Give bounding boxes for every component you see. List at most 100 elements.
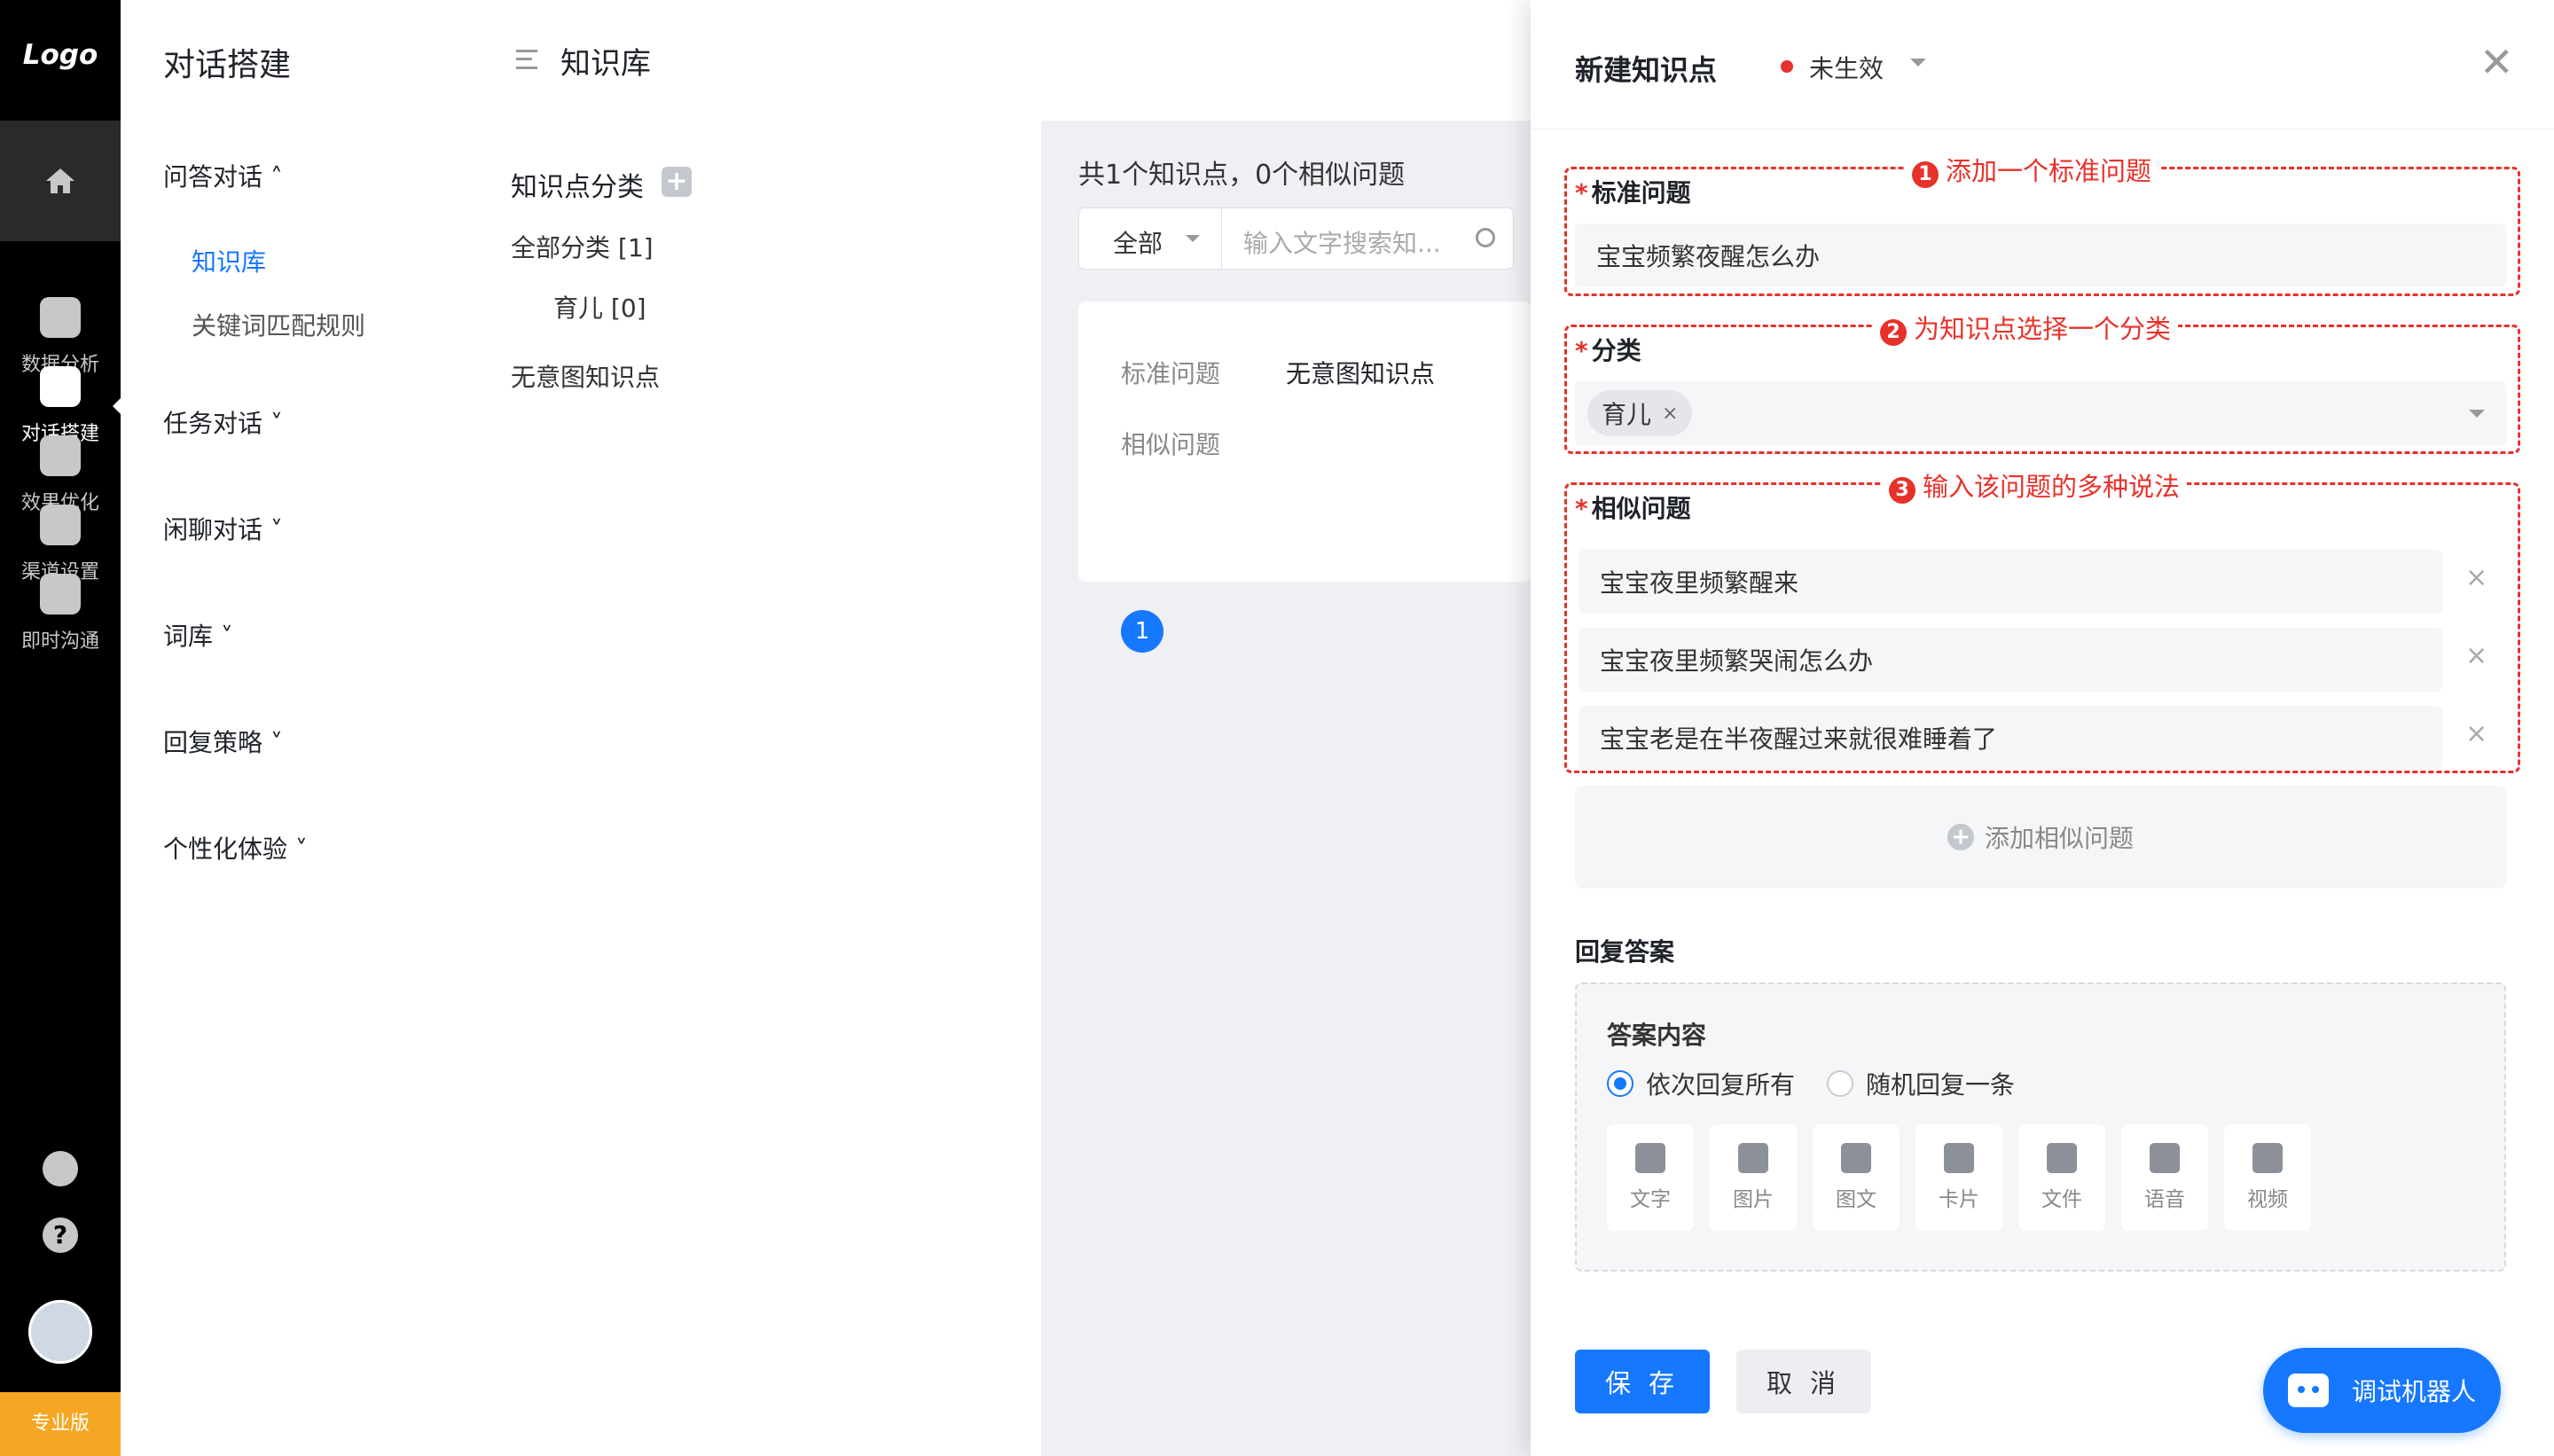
robot-icon xyxy=(2288,1374,2329,1407)
article-icon xyxy=(1841,1143,1871,1173)
secondary-nav: 对话搭建 问答对话 ˄ 知识库 关键词匹配规则 任务对话 ˅ 闲聊对话 ˅ 词库… xyxy=(121,0,475,1456)
channel-icon xyxy=(40,505,81,545)
cube-icon xyxy=(40,435,81,476)
image-icon xyxy=(1738,1143,1768,1173)
nav-group-chitchat[interactable]: 闲聊对话 ˅ xyxy=(163,511,283,546)
menu-icon[interactable] xyxy=(516,50,537,69)
tool-image[interactable]: 图片 xyxy=(1710,1124,1797,1231)
page-button[interactable]: 1 xyxy=(1121,610,1163,653)
search-icon[interactable] xyxy=(1476,228,1495,247)
list-summary: 共1个知识点，0个相似问题 xyxy=(1078,160,1406,191)
nav-group-reply-strategy[interactable]: 回复策略 ˅ xyxy=(163,724,283,759)
annotation-number: 1 xyxy=(1912,161,1939,188)
page-title: 知识库 xyxy=(560,46,651,82)
annotation-label-2: 2 为知识点选择一个分类 xyxy=(1873,309,2179,346)
tool-file[interactable]: 文件 xyxy=(2018,1124,2105,1231)
tool-voice[interactable]: 语音 xyxy=(2121,1124,2208,1231)
nav-item-knowledge-base[interactable]: 知识库 xyxy=(192,243,266,278)
category-all[interactable]: 全部分类 [1] xyxy=(511,229,654,264)
tool-label: 视频 xyxy=(2247,1188,2288,1211)
save-button[interactable]: 保 存 xyxy=(1575,1350,1710,1413)
radio-label: 依次回复所有 xyxy=(1646,1070,1796,1100)
status-dot xyxy=(1781,60,1793,73)
rail-item-im[interactable]: 即时沟通 xyxy=(0,560,121,667)
standard-question-label: 标准问题 xyxy=(1575,174,1691,209)
search-input[interactable]: 输入文字搜索知... xyxy=(1221,207,1514,270)
tag-remove-icon[interactable]: × xyxy=(1662,403,1678,425)
debug-robot-label: 调试机器人 xyxy=(2352,1377,2477,1406)
drawer-title: 新建知识点 xyxy=(1575,53,1718,87)
avatar[interactable] xyxy=(28,1300,92,1364)
category-label: 分类 xyxy=(1575,332,1641,367)
remove-icon[interactable]: × xyxy=(2465,718,2487,749)
knowledge-card[interactable]: 标准问题 无意图知识点 相似问题 xyxy=(1078,301,1531,582)
annotation-text: 输入该问题的多种说法 xyxy=(1923,472,2181,502)
tool-text[interactable]: 文字 xyxy=(1607,1124,1694,1231)
bar-chart-icon xyxy=(40,297,81,338)
chat-icon xyxy=(40,574,81,614)
close-icon[interactable]: ✕ xyxy=(2480,41,2514,83)
add-similar-question-button[interactable]: + 添加相似问题 xyxy=(1575,786,2506,888)
gear-icon[interactable] xyxy=(43,1151,78,1186)
nav-group-task[interactable]: 任务对话 ˅ xyxy=(163,404,283,440)
drawer-header: 新建知识点 未生效 ✕ xyxy=(1531,0,2554,129)
rail-item-label: 即时沟通 xyxy=(20,630,99,653)
annotation-text: 为知识点选择一个分类 xyxy=(1914,314,2172,344)
knowledge-list: 共1个知识点，0个相似问题 全部 输入文字搜索知... 标准问题 无意图知识点 … xyxy=(1041,121,1531,1456)
chevron-down-icon[interactable] xyxy=(1910,59,1926,74)
video-icon xyxy=(2252,1143,2283,1173)
chevron-down-icon[interactable] xyxy=(2469,410,2485,426)
tool-label: 文件 xyxy=(2041,1188,2082,1211)
logo: Logo xyxy=(22,39,98,71)
tool-article[interactable]: 图文 xyxy=(1813,1124,1900,1231)
tool-card[interactable]: 卡片 xyxy=(1916,1124,2002,1231)
standard-question-input[interactable]: 宝宝频繁夜醒怎么办 xyxy=(1575,223,2506,287)
radio-reply-all[interactable]: 依次回复所有 xyxy=(1607,1066,1795,1101)
folder-icon xyxy=(2047,1143,2077,1173)
category-title: 知识点分类 xyxy=(511,172,644,203)
nav-group-lexicon[interactable]: 词库 ˅ xyxy=(163,617,233,653)
home-icon xyxy=(46,168,74,193)
nav-title: 对话搭建 xyxy=(163,47,292,83)
debug-robot-button[interactable]: 调试机器人 xyxy=(2263,1348,2501,1433)
tool-video[interactable]: 视频 xyxy=(2224,1124,2311,1231)
icon-rail: Logo 数据分析 对话搭建 效果优化 渠道设置 即时沟通 ? 专业版 xyxy=(0,0,121,1456)
nav-item-keyword-rules[interactable]: 关键词匹配规则 xyxy=(192,307,365,342)
mic-icon xyxy=(2150,1143,2180,1173)
new-knowledge-drawer: 新建知识点 未生效 ✕ 1 添加一个标准问题 标准问题 宝宝频繁夜醒怎么办 2 为知… xyxy=(1531,0,2554,1456)
help-icon[interactable]: ? xyxy=(43,1217,78,1253)
filter-select[interactable]: 全部 xyxy=(1078,207,1222,270)
similar-question-input[interactable]: 宝宝老是在半夜醒过来就很难睡着了 xyxy=(1579,706,2442,770)
status-select[interactable]: 未生效 xyxy=(1809,50,1884,85)
card-icon xyxy=(1944,1143,1974,1173)
cancel-button[interactable]: 取 消 xyxy=(1736,1350,1871,1413)
annotation-label-1: 1 添加一个标准问题 xyxy=(1905,151,2159,188)
plus-icon: + xyxy=(1947,824,1974,850)
category-select[interactable]: 育儿 × xyxy=(1575,381,2506,445)
card-standard-value: 无意图知识点 xyxy=(1286,359,1436,388)
annotation-text: 添加一个标准问题 xyxy=(1946,156,2152,186)
radio-reply-random[interactable]: 随机回复一条 xyxy=(1827,1066,2015,1101)
category-tag-label: 育儿 xyxy=(1602,400,1652,429)
category-no-intent[interactable]: 无意图知识点 xyxy=(511,358,660,394)
radio-label: 随机回复一条 xyxy=(1866,1070,2016,1100)
answer-content-box: 答案内容 依次回复所有 随机回复一条 文字 图片 图文 卡片 文件 语音 视频 xyxy=(1575,982,2506,1272)
similar-question-input[interactable]: 宝宝夜里频繁哭闹怎么办 xyxy=(1579,628,2442,692)
answer-content-title: 答案内容 xyxy=(1607,1021,1707,1050)
radio-button[interactable] xyxy=(1827,1070,1853,1097)
card-standard-label: 标准问题 xyxy=(1121,359,1221,388)
category-parenting[interactable]: 育儿 [0] xyxy=(553,289,646,325)
add-category-button[interactable]: + xyxy=(662,167,692,197)
remove-icon[interactable]: × xyxy=(2465,562,2487,593)
category-tag: 育儿 × xyxy=(1587,390,1693,436)
radio-button[interactable] xyxy=(1607,1070,1633,1097)
tool-label: 卡片 xyxy=(1939,1188,1979,1211)
home-button[interactable] xyxy=(0,121,121,241)
card-similar-label: 相似问题 xyxy=(1121,430,1221,459)
nav-group-qa[interactable]: 问答对话 ˄ xyxy=(163,158,283,193)
annotation-label-3: 3 输入该问题的多种说法 xyxy=(1882,466,2188,504)
nav-group-personalization[interactable]: 个性化体验 ˅ xyxy=(163,830,308,865)
similar-question-input[interactable]: 宝宝夜里频繁醒来 xyxy=(1579,550,2442,614)
edition-badge: 专业版 xyxy=(0,1392,121,1456)
remove-icon[interactable]: × xyxy=(2465,640,2487,671)
